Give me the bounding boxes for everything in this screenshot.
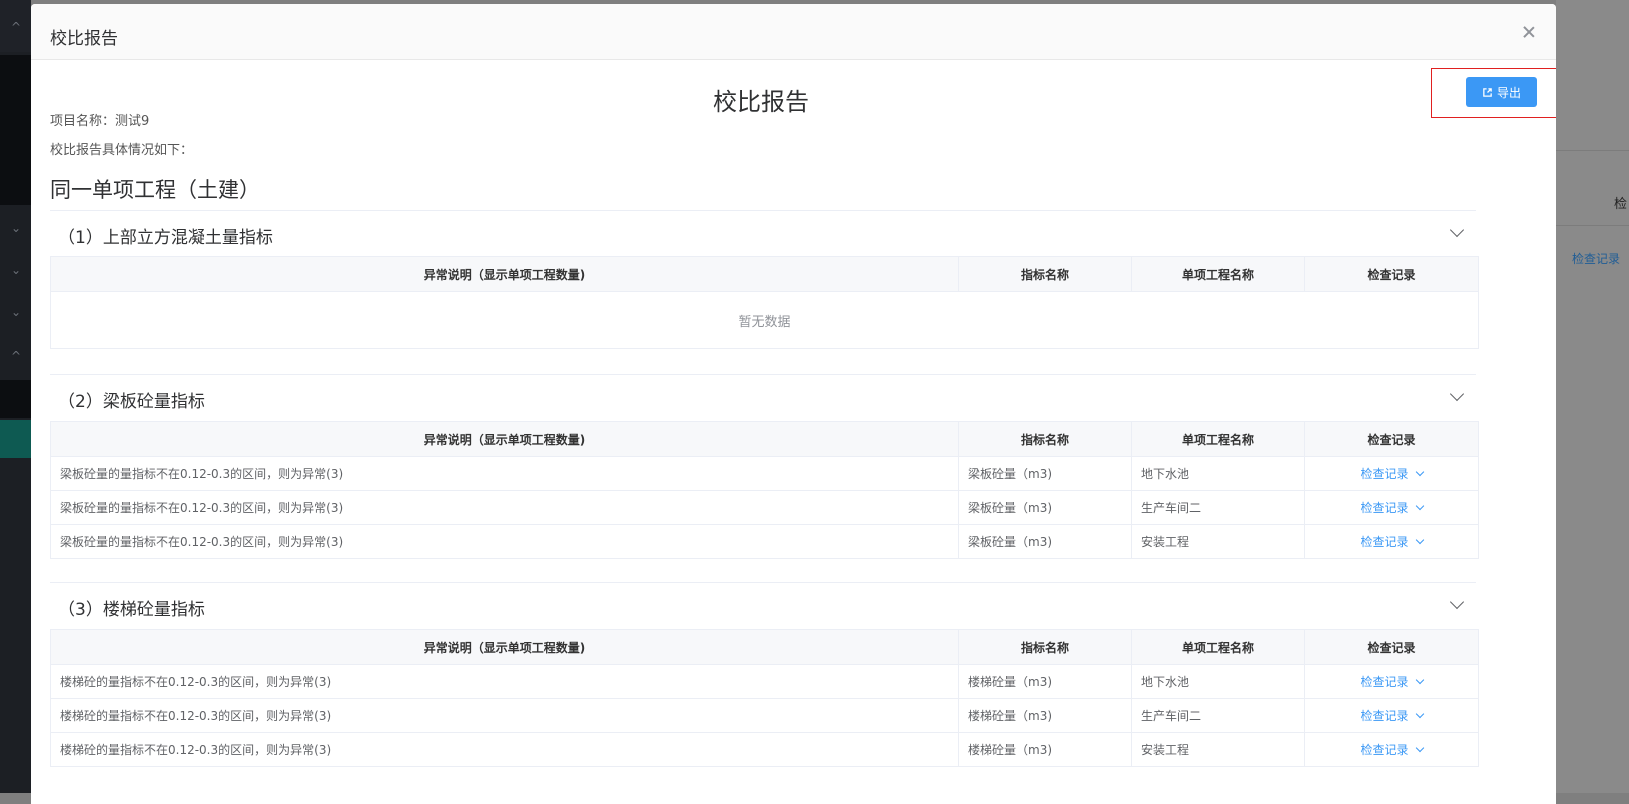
collapse-header-section-2[interactable]: （2）梁板砼量指标 — [50, 374, 1476, 419]
project-name-cell: 安装工程 — [1131, 524, 1305, 559]
record-cell: 检查记录 — [1304, 664, 1479, 699]
record-cell: 检查记录 — [1304, 524, 1479, 559]
table-row: 楼梯砼的量指标不在0.12-0.3的区间，则为异常(3) 楼梯砼量（m3) 安装… — [50, 732, 1479, 767]
background-content: 检 检查记录 — [1556, 0, 1629, 793]
anomaly-description: 楼梯砼的量指标不在0.12-0.3的区间，则为异常(3) — [50, 698, 959, 733]
column-header: 指标名称 — [958, 629, 1132, 665]
metric-name: 梁板砼量（m3) — [958, 456, 1132, 491]
chevron-down-icon: ⌄ — [10, 305, 22, 319]
record-link[interactable]: 检查记录 — [1360, 709, 1424, 723]
metric-name: 梁板砼量（m3) — [958, 524, 1132, 559]
chevron-up-icon: ^ — [10, 349, 22, 363]
record-link[interactable]: 检查记录 — [1360, 675, 1424, 689]
column-header: 检查记录 — [1304, 629, 1479, 665]
empty-text: 暂无数据 — [50, 291, 1479, 349]
project-name: 项目名称：测试9 — [50, 114, 150, 129]
chevron-down-icon: ⌄ — [10, 263, 22, 277]
chevron-down-icon[interactable] — [1449, 594, 1465, 610]
close-icon[interactable] — [1519, 22, 1539, 42]
chevron-down-icon[interactable] — [1449, 222, 1465, 238]
metric-name: 楼梯砼量（m3) — [958, 664, 1132, 699]
table-row: 楼梯砼的量指标不在0.12-0.3的区间，则为异常(3) 楼梯砼量（m3) 地下… — [50, 664, 1479, 699]
column-header: 异常说明（显示单项工程数量) — [50, 421, 959, 457]
record-label: 检查记录 — [1360, 501, 1409, 515]
table-section-1: 异常说明（显示单项工程数量) 指标名称 单项工程名称 检查记录 暂无数据 — [50, 256, 1479, 349]
table-row: 梁板砼量的量指标不在0.12-0.3的区间，则为异常(3) 梁板砼量（m3) 安… — [50, 524, 1479, 559]
chevron-down-icon[interactable] — [1449, 386, 1465, 402]
chevron-down-icon — [1415, 675, 1424, 685]
column-header: 单项工程名称 — [1131, 629, 1305, 665]
collapse-title: （1）上部立方混凝土量指标 — [58, 228, 273, 248]
chevron-down-icon: ⌄ — [10, 221, 22, 235]
export-label: 导出 — [1496, 85, 1521, 100]
background-record-link: 检查记录 — [1572, 252, 1621, 266]
record-label: 检查记录 — [1360, 535, 1409, 549]
section-heading: 同一单项工程（土建） — [50, 178, 260, 202]
modal-header: 校比报告 — [31, 4, 1556, 60]
record-cell: 检查记录 — [1304, 456, 1479, 491]
column-header: 异常说明（显示单项工程数量) — [50, 629, 959, 665]
record-link[interactable]: 检查记录 — [1360, 743, 1424, 757]
record-cell: 检查记录 — [1304, 698, 1479, 733]
table-header-row: 异常说明（显示单项工程数量) 指标名称 单项工程名称 检查记录 — [50, 256, 1479, 292]
metric-name: 梁板砼量（m3) — [958, 490, 1132, 525]
metric-name: 楼梯砼量（m3) — [958, 698, 1132, 733]
metric-name: 楼梯砼量（m3) — [958, 732, 1132, 767]
column-header: 检查记录 — [1304, 256, 1479, 292]
table-row: 梁板砼量的量指标不在0.12-0.3的区间，则为异常(3) 梁板砼量（m3) 生… — [50, 490, 1479, 525]
column-header: 单项工程名称 — [1131, 256, 1305, 292]
chevron-down-icon — [1415, 743, 1424, 753]
report-intro: 校比报告具体情况如下： — [50, 143, 194, 158]
record-link[interactable]: 检查记录 — [1360, 467, 1424, 481]
project-name-cell: 安装工程 — [1131, 732, 1305, 767]
chevron-down-icon — [1415, 501, 1424, 511]
background-column-label: 检 — [1614, 197, 1628, 212]
export-button[interactable]: 导出 — [1466, 77, 1537, 107]
modal-title: 校比报告 — [50, 29, 118, 49]
record-label: 检查记录 — [1360, 743, 1409, 757]
report-title: 校比报告 — [713, 88, 809, 116]
project-name-cell: 地下水池 — [1131, 456, 1305, 491]
column-header: 指标名称 — [958, 256, 1132, 292]
export-icon — [1483, 87, 1492, 97]
collapse-title: （3）楼梯砼量指标 — [58, 600, 205, 620]
record-cell: 检查记录 — [1304, 490, 1479, 525]
project-name-cell: 生产车间二 — [1131, 490, 1305, 525]
anomaly-description: 梁板砼量的量指标不在0.12-0.3的区间，则为异常(3) — [50, 524, 959, 559]
column-header: 异常说明（显示单项工程数量) — [50, 256, 959, 292]
collapse-title: （2）梁板砼量指标 — [58, 392, 205, 412]
record-link[interactable]: 检查记录 — [1360, 535, 1424, 549]
project-name-cell: 生产车间二 — [1131, 698, 1305, 733]
anomaly-description: 楼梯砼的量指标不在0.12-0.3的区间，则为异常(3) — [50, 732, 959, 767]
record-link[interactable]: 检查记录 — [1360, 501, 1424, 515]
report-modal: 校比报告 校比报告 导出 项目名称：测试9 校比报告具体情况如下： 同一单项工程… — [31, 4, 1556, 804]
record-label: 检查记录 — [1360, 675, 1409, 689]
table-section-3: 异常说明（显示单项工程数量) 指标名称 单项工程名称 检查记录 楼梯砼的量指标不… — [50, 629, 1479, 767]
record-cell: 检查记录 — [1304, 732, 1479, 767]
chevron-down-icon — [1415, 467, 1424, 477]
table-header-row: 异常说明（显示单项工程数量) 指标名称 单项工程名称 检查记录 — [50, 629, 1479, 665]
background-sidebar: ^ ⌄ ⌄ ⌄ ^ — [0, 0, 31, 793]
chevron-down-icon — [1415, 535, 1424, 545]
record-label: 检查记录 — [1360, 709, 1409, 723]
record-label: 检查记录 — [1360, 467, 1409, 481]
table-row: 楼梯砼的量指标不在0.12-0.3的区间，则为异常(3) 楼梯砼量（m3) 生产… — [50, 698, 1479, 733]
table-row: 梁板砼量的量指标不在0.12-0.3的区间，则为异常(3) 梁板砼量（m3) 地… — [50, 456, 1479, 491]
column-header: 检查记录 — [1304, 421, 1479, 457]
table-header-row: 异常说明（显示单项工程数量) 指标名称 单项工程名称 检查记录 — [50, 421, 1479, 457]
chevron-up-icon: ^ — [10, 20, 22, 34]
collapse-header-section-3[interactable]: （3）楼梯砼量指标 — [50, 582, 1476, 627]
collapse-header-section-1[interactable]: （1）上部立方混凝土量指标 — [50, 210, 1476, 255]
anomaly-description: 梁板砼量的量指标不在0.12-0.3的区间，则为异常(3) — [50, 490, 959, 525]
empty-row: 暂无数据 — [50, 291, 1479, 349]
column-header: 指标名称 — [958, 421, 1132, 457]
table-section-2: 异常说明（显示单项工程数量) 指标名称 单项工程名称 检查记录 梁板砼量的量指标… — [50, 421, 1479, 559]
anomaly-description: 楼梯砼的量指标不在0.12-0.3的区间，则为异常(3) — [50, 664, 959, 699]
chevron-down-icon — [1415, 709, 1424, 719]
anomaly-description: 梁板砼量的量指标不在0.12-0.3的区间，则为异常(3) — [50, 456, 959, 491]
project-name-cell: 地下水池 — [1131, 664, 1305, 699]
column-header: 单项工程名称 — [1131, 421, 1305, 457]
